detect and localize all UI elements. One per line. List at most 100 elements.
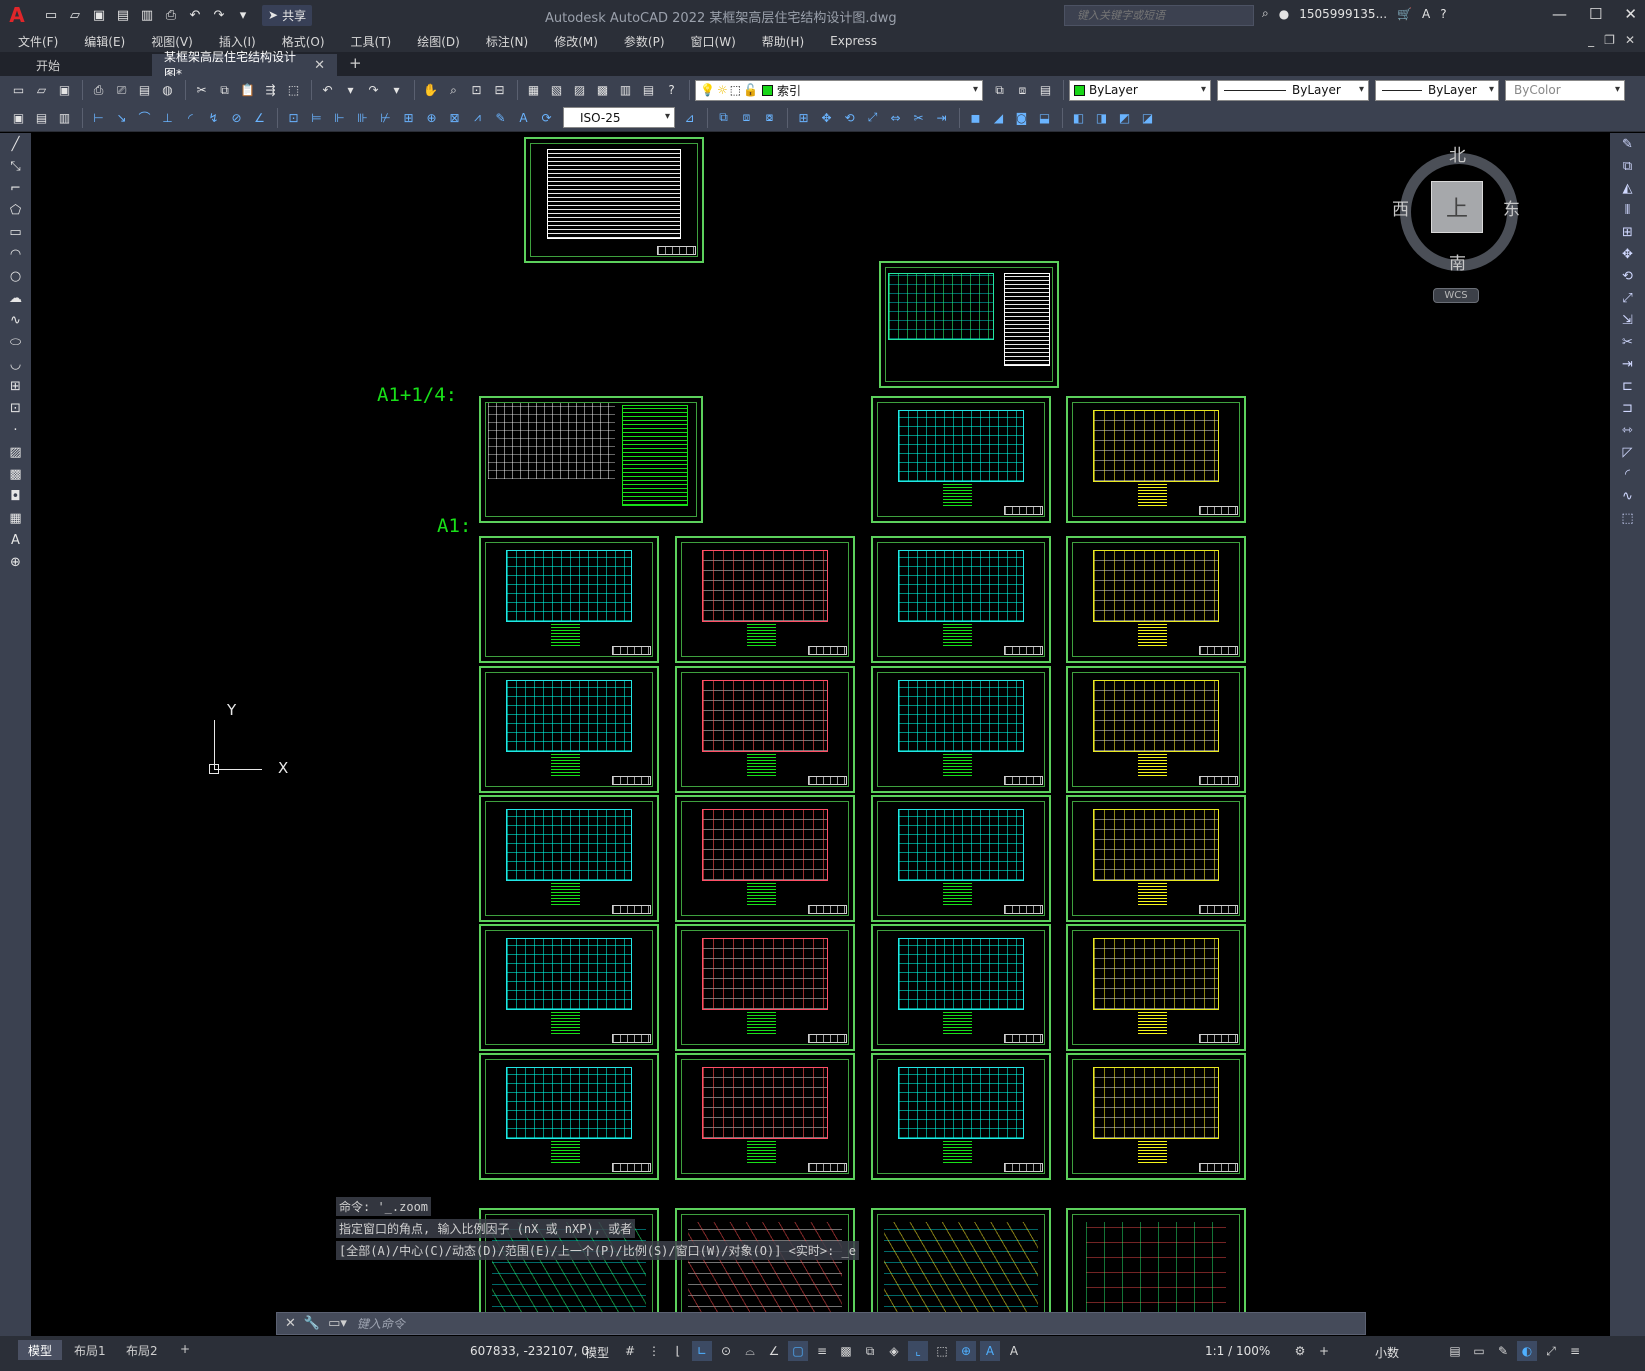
- drawing-canvas[interactable]: A1+1/4: A1: Y X 上 北 南 东 西 WCS 命令: '_.zoo…: [31, 133, 1610, 1336]
- dim-text-edit-icon[interactable]: A: [513, 107, 534, 128]
- zoom-realtime-icon[interactable]: ⌕: [443, 80, 464, 101]
- wcs-menu[interactable]: WCS: [1433, 288, 1479, 303]
- add-selected-icon[interactable]: ⊕: [0, 551, 31, 573]
- table-icon[interactable]: ▦: [0, 507, 31, 529]
- ellipse-icon[interactable]: ⬭: [0, 331, 31, 353]
- tolerance-icon[interactable]: ⊞: [398, 107, 419, 128]
- dim-linear-icon[interactable]: ⊢: [88, 107, 109, 128]
- arc-icon[interactable]: ◠: [0, 243, 31, 265]
- isodraft-icon[interactable]: ⌓: [740, 1341, 760, 1361]
- menu-parametric[interactable]: 参数(P): [624, 33, 665, 50]
- stretch-icon[interactable]: ⇲: [1610, 309, 1645, 331]
- make-block-icon[interactable]: ⊡: [0, 397, 31, 419]
- drawing-sheet[interactable]: [871, 795, 1051, 922]
- lineweight-icon[interactable]: ≡: [812, 1341, 832, 1361]
- extrude-icon[interactable]: ⬓: [1034, 107, 1055, 128]
- selection-cycling-icon[interactable]: ⧉: [860, 1341, 880, 1361]
- box-icon[interactable]: ◼: [965, 107, 986, 128]
- menu-help[interactable]: 帮助(H): [762, 33, 804, 50]
- layer-tool-icon[interactable]: ▣: [8, 107, 29, 128]
- workspace-gear-icon[interactable]: ⚙: [1290, 1341, 1310, 1361]
- jog-line-icon[interactable]: ⩘: [467, 107, 488, 128]
- osnap-icon[interactable]: ▢: [788, 1341, 808, 1361]
- account-name[interactable]: 1505999135...: [1299, 7, 1387, 21]
- chevron-down-icon[interactable]: ▾: [1201, 84, 1206, 95]
- menu-express[interactable]: Express: [830, 34, 877, 48]
- break-point-icon[interactable]: ⊏: [1610, 375, 1645, 397]
- chamfer-icon[interactable]: ◸: [1610, 441, 1645, 463]
- menu-dimension[interactable]: 标注(N): [486, 33, 528, 50]
- cart-icon[interactable]: 🛒: [1397, 7, 1412, 21]
- dimstyle-manager-icon[interactable]: ⊿: [679, 107, 700, 128]
- plot-icon[interactable]: ⎙: [160, 4, 182, 26]
- menu-window[interactable]: 窗口(W): [691, 33, 736, 50]
- new-icon[interactable]: ▭: [40, 4, 62, 26]
- construction-line-icon[interactable]: ⤡: [0, 155, 31, 177]
- dim-space-icon[interactable]: ⊪: [352, 107, 373, 128]
- units-display[interactable]: 小数: [1375, 1344, 1399, 1361]
- dim-update-icon[interactable]: ⟳: [536, 107, 557, 128]
- selection-filter-icon[interactable]: ⬚: [932, 1341, 952, 1361]
- gizmo-icon[interactable]: ⊕: [956, 1341, 976, 1361]
- annotation-visibility-icon[interactable]: A: [980, 1341, 1000, 1361]
- model-space-toggle[interactable]: 模型: [585, 1344, 609, 1361]
- command-input[interactable]: [356, 1316, 1257, 1331]
- chevron-down-icon[interactable]: ▾: [1489, 84, 1494, 95]
- new-icon[interactable]: ▭: [8, 80, 29, 101]
- view-side-icon[interactable]: ◩: [1114, 107, 1135, 128]
- drawing-sheet[interactable]: [479, 924, 659, 1051]
- copy-icon[interactable]: ⧉: [214, 80, 235, 101]
- menu-edit[interactable]: 编辑(E): [84, 33, 125, 50]
- plotstyle-dropdown[interactable]: ByColor ▾: [1505, 79, 1625, 101]
- drawing-sheet[interactable]: [675, 1053, 855, 1180]
- dim-jogged-icon[interactable]: ↯: [203, 107, 224, 128]
- ellipse-arc-icon[interactable]: ◡: [0, 353, 31, 375]
- clean-screen-icon[interactable]: ⤢: [1541, 1341, 1561, 1361]
- search-icon[interactable]: ⌕: [1262, 6, 1269, 21]
- paste-icon[interactable]: 📋: [237, 80, 258, 101]
- pan-icon[interactable]: ✋: [420, 80, 441, 101]
- mtext-icon[interactable]: A: [0, 529, 31, 551]
- undo-dropdown-icon[interactable]: ▾: [340, 80, 361, 101]
- offset-icon[interactable]: ⫴: [1610, 199, 1645, 221]
- chevron-down-icon[interactable]: ▾: [1615, 84, 1620, 95]
- close-icon[interactable]: ✕: [285, 1316, 296, 1331]
- tab-active-drawing[interactable]: 某框架高层住宅结构设计图* ✕: [152, 50, 337, 81]
- markup-icon[interactable]: ▥: [615, 80, 636, 101]
- help-icon[interactable]: ?: [661, 80, 682, 101]
- drawing-sheet[interactable]: [675, 795, 855, 922]
- drawing-sheet[interactable]: [1066, 795, 1246, 922]
- search-input[interactable]: [1064, 5, 1254, 26]
- redo-icon[interactable]: ↷: [363, 80, 384, 101]
- drawing-sheet[interactable]: [479, 536, 659, 663]
- dimstyle-dropdown[interactable]: ISO-25 ▾: [563, 107, 675, 128]
- sheet-set-icon[interactable]: ▩: [592, 80, 613, 101]
- polar-icon[interactable]: ⊙: [716, 1341, 736, 1361]
- scale-icon[interactable]: ⤢: [1610, 287, 1645, 309]
- tab-layout2[interactable]: 布局2: [116, 1340, 168, 1360]
- dim-ordinate-icon[interactable]: ⊥: [157, 107, 178, 128]
- share-button[interactable]: ➤ 共享: [262, 4, 313, 26]
- quick-dim-icon[interactable]: ⊡: [283, 107, 304, 128]
- saveas-icon[interactable]: ▤: [112, 4, 134, 26]
- design-center-icon[interactable]: ▧: [546, 80, 567, 101]
- mirror-tool-icon[interactable]: ⧈: [736, 107, 757, 128]
- dim-aligned-icon[interactable]: ↘: [111, 107, 132, 128]
- autocad-logo-icon[interactable]: A: [0, 0, 34, 30]
- otrack-icon[interactable]: ∠: [764, 1341, 784, 1361]
- layer-make-current-icon[interactable]: ⧉: [989, 80, 1010, 101]
- menu-format[interactable]: 格式(O): [282, 33, 325, 50]
- region-icon[interactable]: ◘: [0, 485, 31, 507]
- add-layout-icon[interactable]: +: [170, 1340, 200, 1360]
- inspection-icon[interactable]: ⊠: [444, 107, 465, 128]
- snap-icon[interactable]: ⋮: [644, 1341, 664, 1361]
- point-icon[interactable]: ·: [0, 419, 31, 441]
- line-icon[interactable]: ╱: [0, 133, 31, 155]
- publish-icon[interactable]: ▥: [136, 4, 158, 26]
- dim-break-icon[interactable]: ⊬: [375, 107, 396, 128]
- viewcube-west[interactable]: 西: [1392, 195, 1409, 220]
- tool-palettes-icon[interactable]: ▨: [569, 80, 590, 101]
- spline-icon[interactable]: ∿: [0, 309, 31, 331]
- menu-tools[interactable]: 工具(T): [351, 33, 392, 50]
- dim-arc-icon[interactable]: ⌒: [134, 107, 155, 128]
